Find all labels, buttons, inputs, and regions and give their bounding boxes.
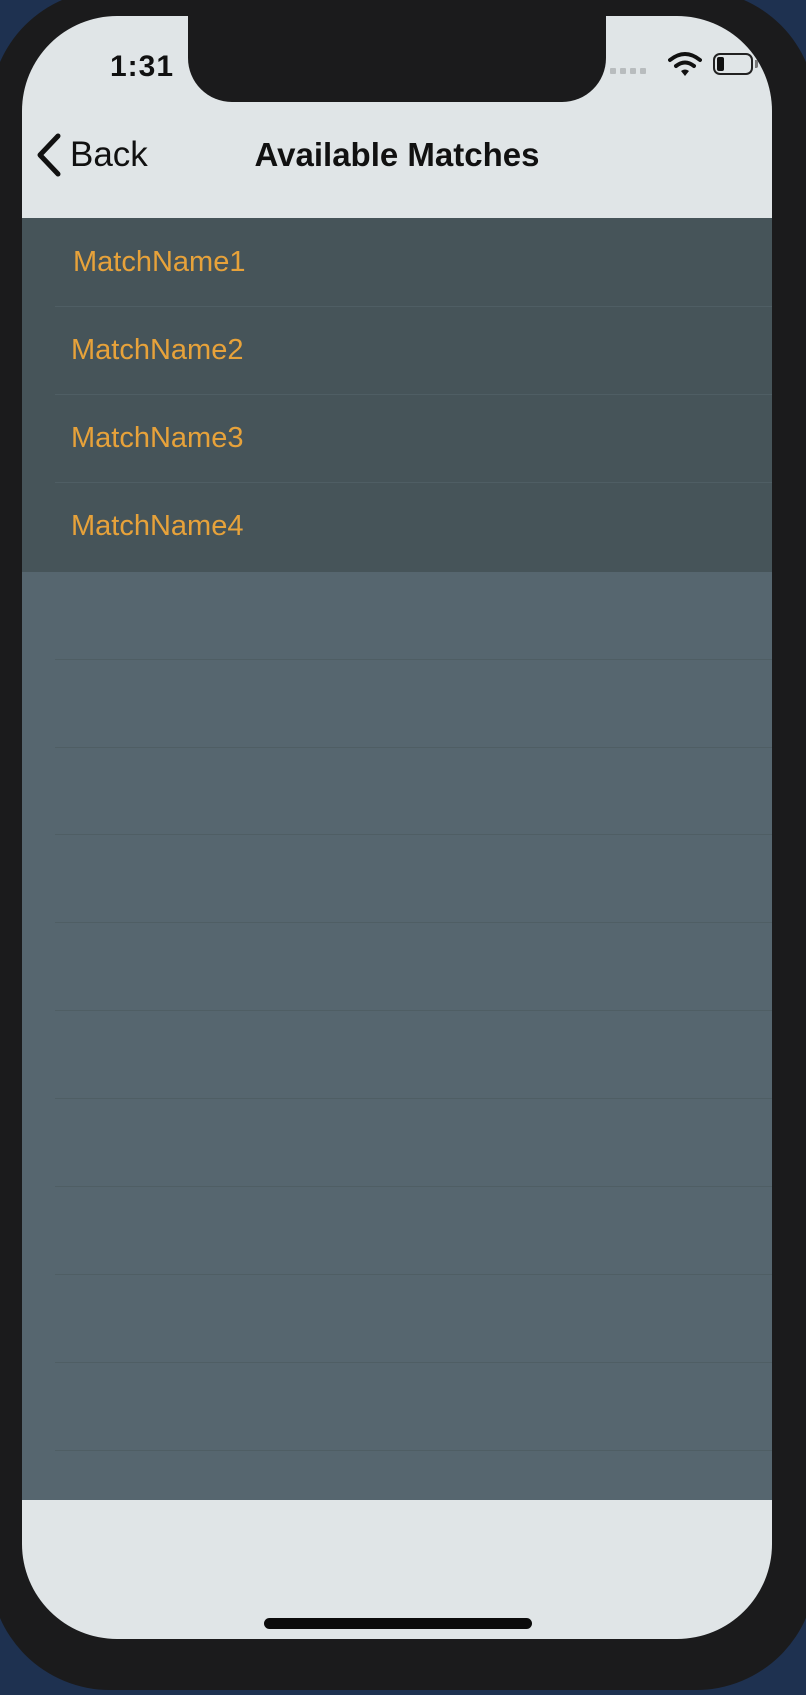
row-separator	[55, 1098, 772, 1099]
row-separator	[55, 306, 772, 307]
row-separator	[55, 1450, 772, 1451]
match-row[interactable]: MatchName2	[22, 306, 772, 394]
row-separator	[55, 922, 772, 923]
notch	[188, 16, 606, 102]
battery-icon	[713, 53, 759, 77]
status-time: 1:31	[109, 50, 175, 83]
signal-icon	[610, 68, 646, 74]
matches-table: MatchName1 MatchName2 MatchName3 MatchNa…	[22, 218, 772, 1500]
page-title: Available Matches	[254, 136, 540, 173]
back-label: Back	[70, 135, 148, 174]
match-name: MatchName3	[71, 422, 244, 454]
row-separator	[55, 747, 772, 748]
row-separator	[55, 659, 772, 660]
row-separator	[55, 394, 772, 395]
row-separator	[55, 834, 772, 835]
row-separator	[55, 1010, 772, 1011]
match-row[interactable]: MatchName3	[22, 394, 772, 482]
row-separator	[55, 482, 772, 483]
match-row[interactable]: MatchName4	[22, 482, 772, 572]
back-button[interactable]: Back	[34, 128, 148, 182]
match-name: MatchName4	[71, 510, 244, 542]
screen: 1:31 Back Available Matches MatchName1 M…	[22, 16, 772, 1639]
row-separator	[55, 1186, 772, 1187]
home-indicator[interactable]	[264, 1618, 532, 1629]
match-name: MatchName1	[73, 246, 246, 278]
match-name: MatchName2	[71, 334, 244, 366]
row-separator	[55, 1362, 772, 1363]
match-row[interactable]: MatchName1	[22, 218, 772, 306]
chevron-left-icon	[37, 133, 61, 177]
wifi-icon	[668, 52, 702, 76]
row-separator	[55, 1274, 772, 1275]
navigation-bar: Back Available Matches	[22, 110, 772, 218]
device-frame: 1:31 Back Available Matches MatchName1 M…	[0, 0, 806, 1690]
